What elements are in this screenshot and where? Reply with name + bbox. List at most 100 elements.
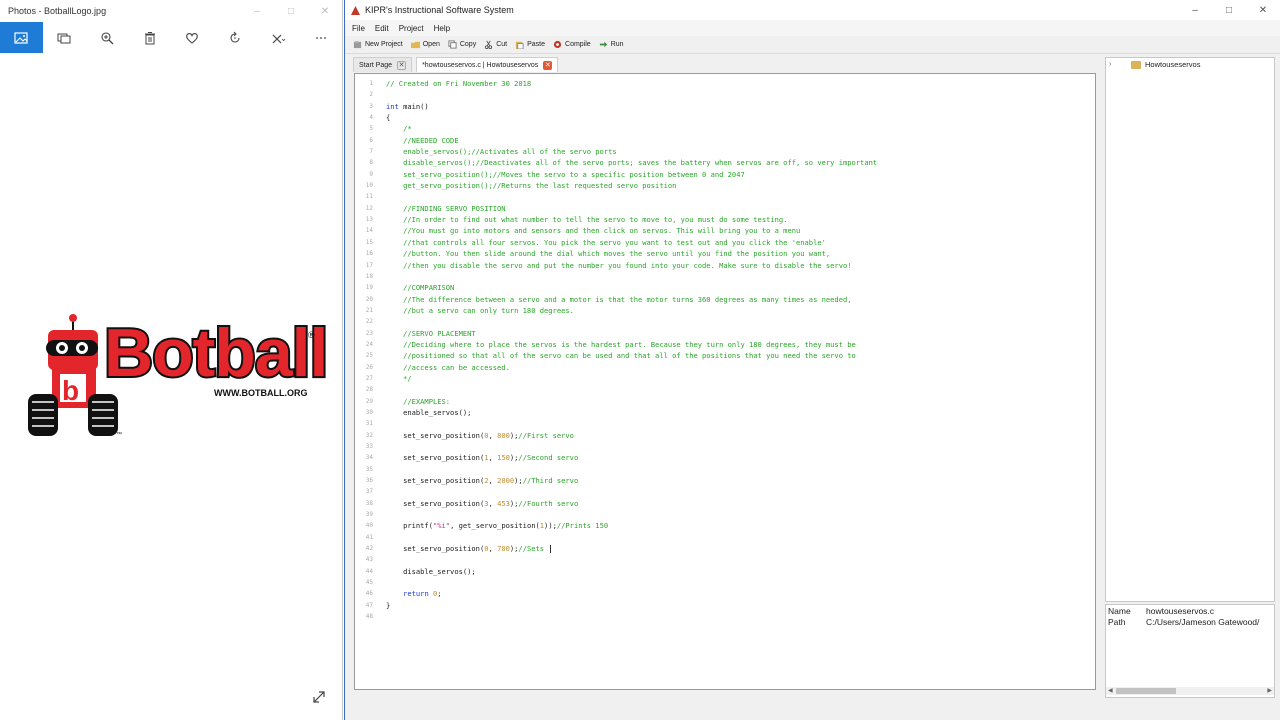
- line-number: 9: [369, 170, 373, 178]
- more-options-button[interactable]: [299, 22, 342, 53]
- tab-start-page-label: Start Page: [359, 61, 393, 69]
- tab-howtouseservos[interactable]: *howtouseservos.c | Howtouseservos ✕: [416, 57, 559, 72]
- kipr-app-icon: [351, 5, 360, 15]
- cut-button[interactable]: Cut: [480, 37, 511, 53]
- code-text: //positioned so that all of the servo ca…: [386, 351, 856, 361]
- code-editor[interactable]: 1// Created on Fri November 30 2018 2 3 int…: [354, 73, 1096, 690]
- line-number: 38: [365, 499, 373, 507]
- kiss-minimize-button[interactable]: –: [1178, 5, 1212, 16]
- ide-toolbar: New Project Open Copy Cut Paste Compile …: [345, 36, 1280, 54]
- project-node-label: Howtouseservos: [1145, 60, 1201, 69]
- photos-toolbar: [0, 22, 342, 53]
- rotate-button[interactable]: [214, 22, 257, 53]
- line-number: 14: [365, 227, 373, 235]
- property-key: Path: [1108, 617, 1126, 627]
- code-text: //You must go into motors and sensors an…: [386, 226, 801, 236]
- scissors-icon: [485, 40, 493, 49]
- zoom-icon: [101, 31, 114, 44]
- line-number: 11: [365, 193, 373, 201]
- view-image-button[interactable]: [0, 22, 43, 53]
- paste-label: Paste: [527, 41, 546, 48]
- line-number: 7: [369, 148, 373, 156]
- editor-tab-bar: Start Page ✕ *howtouseservos.c | Howtous…: [353, 57, 562, 72]
- copy-label: Copy: [459, 41, 477, 48]
- line-number: 42: [365, 545, 373, 553]
- menu-edit[interactable]: Edit: [370, 24, 394, 33]
- code-text: //The difference between a servo and a m…: [386, 294, 852, 304]
- tab-howtouseservos-label: *howtouseservos.c | Howtouseservos: [422, 61, 539, 69]
- code-text: set_servo_position(0, 800);//First servo: [386, 430, 574, 440]
- paste-icon: [516, 41, 524, 49]
- code-text: set_servo_position(1, 150);//Second serv…: [386, 453, 579, 463]
- line-number: 24: [365, 340, 373, 348]
- close-tab-icon[interactable]: ✕: [543, 60, 553, 70]
- line-number: 47: [365, 601, 373, 609]
- scroll-left-icon[interactable]: ◀: [1108, 687, 1113, 694]
- menu-file[interactable]: File: [347, 24, 370, 33]
- line-number: 20: [365, 295, 373, 303]
- scrollbar-thumb[interactable]: [1116, 688, 1176, 694]
- botball-logo: b ™ Botball ® WWW.BOTBALL.ORG: [26, 312, 330, 438]
- scroll-right-icon[interactable]: ▶: [1267, 687, 1272, 694]
- menu-project[interactable]: Project: [394, 24, 429, 33]
- kiss-maximize-button[interactable]: □: [1212, 5, 1246, 16]
- compile-button[interactable]: Compile: [549, 37, 595, 53]
- favorite-button[interactable]: [171, 22, 214, 53]
- logo-tm-mark: ™: [116, 431, 122, 438]
- code-text: //EXAMPLES:: [386, 396, 451, 406]
- photos-close-button[interactable]: ✕: [308, 6, 342, 17]
- code-text: get_servo_position();//Returns the last …: [386, 181, 677, 191]
- line-number: 23: [365, 329, 373, 337]
- line-number: 10: [365, 182, 373, 190]
- horizontal-scrollbar[interactable]: ◀ ▶: [1106, 687, 1274, 695]
- folder-open-icon: [410, 41, 420, 49]
- code-text: set_servo_position(0, 700);//Sets: [386, 543, 552, 554]
- open-button[interactable]: Open: [407, 37, 444, 53]
- line-number: 26: [365, 363, 373, 371]
- line-number: 2: [369, 91, 373, 99]
- code-text: int main(): [386, 101, 429, 111]
- tab-start-page[interactable]: Start Page ✕: [353, 57, 413, 72]
- line-number: 15: [365, 238, 373, 246]
- property-value: howtouseservos.c: [1146, 606, 1215, 616]
- line-number: 18: [365, 272, 373, 280]
- code-text: }: [386, 600, 391, 610]
- menu-help[interactable]: Help: [429, 24, 455, 33]
- code-text: enable_servos();: [386, 407, 472, 417]
- chevron-right-icon[interactable]: ›: [1109, 61, 1117, 68]
- project-node[interactable]: › Howtouseservos: [1109, 60, 1200, 69]
- line-number: 12: [365, 204, 373, 212]
- delete-button[interactable]: [128, 22, 171, 53]
- line-number: 35: [365, 465, 373, 473]
- photos-minimize-button[interactable]: –: [240, 6, 274, 17]
- new-project-label: New Project: [365, 41, 403, 48]
- line-number: 13: [365, 216, 373, 224]
- photos-maximize-button[interactable]: □: [274, 6, 308, 17]
- kiss-ide-window: KIPR's Instructional Software System – □…: [344, 0, 1280, 720]
- line-number: 4: [369, 114, 373, 122]
- run-arrow-icon: [599, 41, 607, 48]
- run-button[interactable]: Run: [595, 37, 628, 53]
- new-project-button[interactable]: New Project: [349, 37, 407, 53]
- code-text: set_servo_position(3, 453);//Fourth serv…: [386, 498, 579, 508]
- code-text: //NEEDED CODE: [386, 135, 459, 145]
- expand-icon[interactable]: [311, 689, 327, 705]
- edit-create-button[interactable]: [257, 22, 300, 53]
- line-number: 44: [365, 567, 373, 575]
- logo-registered-mark: ®: [308, 330, 315, 340]
- line-number: 41: [365, 533, 373, 541]
- property-name-row: Name howtouseservos.c: [1108, 606, 1274, 616]
- code-text: //COMPARISON: [386, 283, 455, 293]
- line-number: 30: [365, 408, 373, 416]
- zoom-button[interactable]: [86, 22, 129, 53]
- code-text: set_servo_position(2, 2000);//Third serv…: [386, 476, 579, 486]
- copy-button[interactable]: Copy: [444, 37, 480, 53]
- kiss-close-button[interactable]: ✕: [1246, 5, 1280, 16]
- close-tab-icon[interactable]: ✕: [397, 60, 407, 70]
- line-number: 8: [369, 159, 373, 167]
- line-number: 3: [369, 102, 373, 110]
- code-text: // Created on Fri November 30 2018: [386, 79, 532, 88]
- slideshow-button[interactable]: [43, 22, 86, 53]
- line-number: 27: [365, 374, 373, 382]
- paste-button[interactable]: Paste: [511, 37, 549, 53]
